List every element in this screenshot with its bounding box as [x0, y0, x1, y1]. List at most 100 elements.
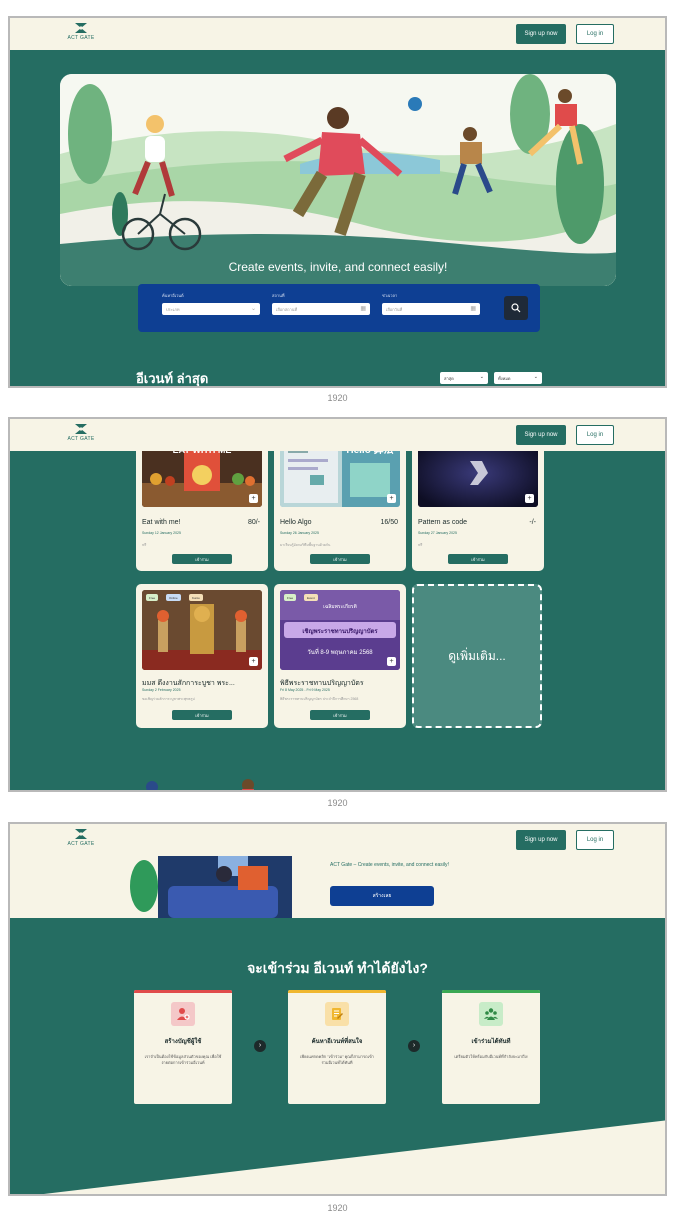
step-accent-bar	[134, 990, 232, 993]
signup-button[interactable]: Sign up now	[516, 425, 566, 445]
category-select[interactable]: ประเภท ⌄	[162, 303, 260, 315]
create-event-button[interactable]: สร้างเลย	[330, 886, 434, 906]
step-accent-bar	[288, 990, 386, 993]
step-accent-bar	[442, 990, 540, 993]
step-desc: เราจำเป็นต้องใช้ข้อมูลส่วนตัวของคุณ เพื่…	[144, 1054, 222, 1065]
step-card-1: สร้างบัญชีผู้ใช้ เราจำเป็นต้องใช้ข้อมูลส…	[134, 990, 232, 1104]
top-nav: ACT GATE Sign up now Log in	[10, 419, 665, 451]
sort-select-value: ล่าสุด	[444, 376, 454, 381]
filter-select[interactable]: ทั้งหมด ⌄	[494, 372, 542, 384]
chevron-right-icon: ›	[408, 1040, 420, 1052]
signup-button[interactable]: Sign up now	[516, 24, 566, 44]
edit-note-icon	[325, 1002, 349, 1026]
chevron-down-icon: ⌄	[533, 374, 538, 380]
login-button[interactable]: Log in	[576, 830, 614, 850]
join-button[interactable]: เข้าร่วม	[310, 710, 370, 720]
event-image-line3: วันที่ 8-9 พฤษภาคม 2568	[307, 648, 373, 656]
date-input-value: เลือกวันที่	[386, 307, 403, 312]
event-price: 80/-	[247, 519, 260, 526]
event-desc: ฟรี	[142, 543, 147, 547]
event-card[interactable]: EAT WITH ME + Eat with me! 80/- Sunday 1…	[136, 439, 268, 571]
frame-width-label: 1920	[327, 1203, 348, 1213]
tag-category: Kunto	[189, 594, 203, 601]
step-desc: เพียงแค่กดคลิก "เข้าร่วม" คุณก็สามารถเข้…	[300, 1054, 374, 1065]
join-button[interactable]: เข้าร่วม	[172, 554, 232, 564]
search-date-label: ช่วงเวลา	[382, 293, 398, 298]
chevron-down-icon: ⌄	[250, 306, 256, 312]
event-image-line2: เชิญพระราชทานปริญญาบัตร	[302, 627, 378, 635]
plus-icon[interactable]: +	[249, 494, 258, 503]
sort-select[interactable]: ล่าสุด ⌄	[440, 372, 488, 384]
event-title: Eat with me!	[142, 519, 181, 526]
search-field-location: สถานที่ เลือกสถานที่ ▦	[272, 292, 370, 315]
chevron-right-icon: ›	[254, 1040, 266, 1052]
event-desc: ฟรี	[418, 543, 423, 547]
how-to-title: จะเข้าร่วม อีเวนท์ ทำได้ยังไง?	[247, 960, 428, 976]
logo-icon	[75, 23, 87, 33]
top-nav: ACT GATE Sign up now Log in	[10, 824, 665, 856]
tag-free: Free	[146, 594, 159, 601]
event-date: Sunday 12 January 2025	[142, 531, 181, 535]
event-image-line1: เฉลิมพระเกียรติ	[323, 603, 357, 610]
event-image-art	[142, 590, 262, 670]
date-input[interactable]: เลือกวันที่ ▦	[382, 303, 480, 315]
event-date: Fri 8 May 2025 - Fri 9 May 2025	[280, 688, 330, 692]
plus-icon[interactable]: +	[249, 657, 258, 666]
logo-icon	[75, 829, 87, 839]
plus-icon[interactable]: +	[387, 657, 396, 666]
signup-button[interactable]: Sign up now	[516, 830, 566, 850]
step-title: ค้นหาอีเวนท์ที่สนใจ	[311, 1039, 363, 1045]
login-button[interactable]: Log in	[576, 24, 614, 44]
join-button[interactable]: เข้าร่วม	[310, 554, 370, 564]
search-button[interactable]	[504, 296, 528, 320]
event-image: เฉลิมพระเกียรติ เชิญพระราชทานปริญญาบัตร …	[280, 590, 400, 670]
logo[interactable]: ACT GATE	[66, 22, 96, 41]
group-icon	[479, 1002, 503, 1026]
plus-icon[interactable]: +	[387, 494, 396, 503]
search-field-category: ค้นหาอีเวนต์ ประเภท ⌄	[162, 292, 260, 315]
promo-tagline: ACT Gate – Create events, invite, and co…	[330, 862, 449, 868]
step-card-2: ค้นหาอีเวนท์ที่สนใจ เพียงแค่กดคลิก "เข้า…	[288, 990, 386, 1104]
logo[interactable]: ACT GATE	[66, 828, 96, 847]
event-title: Hello Algo	[280, 519, 312, 526]
search-location-label: สถานที่	[272, 293, 285, 298]
hero-headline: Create events, invite, and connect easil…	[228, 260, 448, 274]
calendar-icon: ▦	[360, 306, 366, 312]
screen-event-list: EAT WITH ME + Eat with me! 80/- Sunday 1…	[8, 417, 667, 792]
event-card[interactable]: Hello 算法 + Hello Algo 16/50 Sunday 26 Ja…	[274, 439, 406, 571]
event-price: 16/50	[380, 519, 398, 526]
tag-category: Event	[304, 594, 318, 601]
category-select-value: ประเภท	[166, 307, 180, 312]
step-card-3: เข้าร่วมได้ทันที เตรียมตัวให้พร้อมกับอีเ…	[442, 990, 540, 1104]
screen-how-to-join: ACT Gate – Create events, invite, and co…	[8, 822, 667, 1196]
hero-banner: Create events, invite, and connect easil…	[60, 74, 616, 286]
screen-home-hero: ACT GATE Sign up now Log in Create event…	[8, 16, 667, 388]
logo[interactable]: ACT GATE	[66, 423, 96, 442]
event-image-art: เฉลิมพระเกียรติ เชิญพระราชทานปริญญาบัตร …	[280, 590, 400, 670]
chevron-down-icon: ⌄	[479, 374, 484, 380]
location-input[interactable]: เลือกสถานที่ ▦	[272, 303, 370, 315]
event-title: Pattern as code	[418, 519, 468, 526]
search-panel: ค้นหาอีเวนต์ ประเภท ⌄ สถานที่ เลือกสถานท…	[138, 284, 540, 332]
tag-online: Online	[166, 594, 181, 601]
join-button[interactable]: เข้าร่วม	[448, 554, 508, 564]
logo-text: ACT GATE	[67, 35, 95, 41]
search-icon	[511, 303, 521, 313]
see-more-button[interactable]: ดูเพิ่มเติม...	[412, 584, 542, 728]
event-image: Free Online Kunto +	[142, 590, 262, 670]
logo-text: ACT GATE	[67, 841, 95, 847]
step-title: เข้าร่วมได้ทันที	[471, 1039, 511, 1045]
event-card[interactable]: Free Online Kunto + มมส ตึงงานสักการะบูช…	[136, 584, 268, 728]
event-desc: มาเรียนรู้อัลกอริทึมพื้นฐานด้วยกัน	[280, 543, 331, 547]
step-title: สร้างบัญชีผู้ใช้	[164, 1039, 202, 1045]
plus-icon[interactable]: +	[525, 494, 534, 503]
event-card[interactable]: เฉลิมพระเกียรติ เชิญพระราชทานปริญญาบัตร …	[274, 584, 406, 728]
join-button[interactable]: เข้าร่วม	[172, 710, 232, 720]
frame-width-label: 1920	[327, 798, 348, 808]
latest-events-title: อีเวนท์ ล่าสุด	[136, 371, 209, 386]
hero-illustration	[60, 74, 616, 286]
footer-wave	[43, 1120, 665, 1194]
event-card[interactable]: + Pattern as code -/- Sunday 27 January …	[412, 439, 544, 571]
login-button[interactable]: Log in	[576, 425, 614, 445]
location-input-value: เลือกสถานที่	[276, 307, 298, 312]
